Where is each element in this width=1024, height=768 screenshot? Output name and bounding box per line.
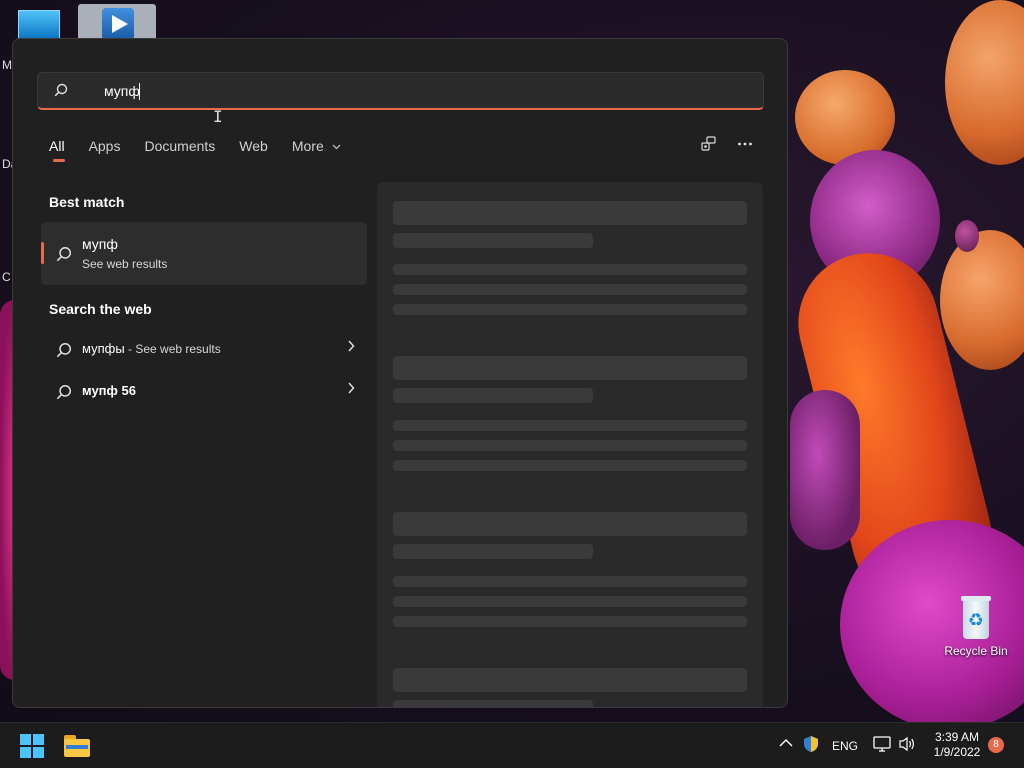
wallpaper-shape bbox=[945, 0, 1024, 165]
loading-placeholder bbox=[393, 512, 747, 536]
chevron-right-icon bbox=[347, 339, 355, 355]
selection-indicator bbox=[41, 242, 44, 264]
search-icon bbox=[56, 246, 72, 267]
search-web-heading: Search the web bbox=[49, 301, 152, 317]
recycle-bin-label: Recycle Bin bbox=[944, 644, 1008, 658]
tab-label: All bbox=[49, 138, 65, 154]
tab-label: More bbox=[291, 138, 324, 154]
tab-more[interactable]: More bbox=[292, 137, 341, 163]
filter-tabs: All Apps Documents Web More bbox=[49, 137, 365, 167]
loading-placeholder bbox=[393, 700, 593, 707]
notification-badge[interactable]: 8 bbox=[988, 737, 1004, 753]
wallpaper-shape bbox=[955, 220, 979, 252]
loading-placeholder bbox=[393, 304, 747, 315]
search-box[interactable]: мупф I bbox=[37, 72, 764, 126]
desktop-icon-label-fragment: M bbox=[2, 58, 12, 72]
tab-apps[interactable]: Apps bbox=[89, 137, 121, 163]
ibeam-cursor-icon: I bbox=[213, 107, 223, 126]
more-options-icon[interactable] bbox=[733, 135, 757, 159]
best-match-title: мупф bbox=[82, 236, 118, 252]
chevron-up-icon[interactable] bbox=[779, 736, 793, 751]
loading-placeholder bbox=[393, 201, 747, 225]
search-panel: мупф I All Apps Documents Web More Best bbox=[12, 38, 788, 708]
wallpaper-shape bbox=[790, 390, 860, 550]
loading-placeholder bbox=[393, 544, 593, 559]
tab-all[interactable]: All bbox=[49, 137, 65, 163]
taskbar: ENG 3:39 AM 1/9/2022 8 bbox=[0, 722, 1024, 768]
search-icon bbox=[56, 384, 72, 405]
loading-placeholder bbox=[393, 264, 747, 275]
recycle-bin-icon: ♻ bbox=[959, 596, 993, 640]
best-match-result[interactable]: мупф See web results bbox=[41, 222, 367, 285]
loading-placeholder bbox=[393, 284, 747, 295]
wallpaper-shape bbox=[940, 230, 1024, 370]
web-suggestion-item[interactable]: мупф 56 bbox=[41, 372, 367, 410]
recycle-bin[interactable]: ♻ Recycle Bin bbox=[938, 596, 1014, 658]
search-icon bbox=[54, 83, 68, 102]
loading-placeholder bbox=[393, 356, 747, 380]
loading-placeholder bbox=[393, 233, 593, 248]
tab-label: Documents bbox=[144, 138, 216, 154]
search-icon bbox=[56, 342, 72, 363]
share-device-icon[interactable] bbox=[697, 135, 721, 159]
clock-date: 1/9/2022 bbox=[933, 745, 981, 759]
web-suggestion-query: мупф 56 bbox=[82, 383, 136, 398]
network-icon[interactable] bbox=[873, 736, 891, 755]
loading-placeholder bbox=[393, 460, 747, 471]
clock-time: 3:39 AM bbox=[934, 730, 980, 744]
loading-placeholder bbox=[393, 596, 747, 607]
security-shield-icon[interactable] bbox=[803, 735, 819, 756]
play-icon bbox=[102, 8, 134, 40]
best-match-subtitle: See web results bbox=[82, 257, 168, 271]
file-explorer-icon[interactable] bbox=[64, 735, 90, 757]
loading-placeholder bbox=[393, 668, 747, 692]
web-suggestion-suffix: - See web results bbox=[124, 342, 221, 356]
language-indicator[interactable]: ENG bbox=[832, 739, 858, 753]
active-tab-indicator bbox=[53, 159, 65, 162]
loading-placeholder bbox=[393, 420, 747, 431]
loading-placeholder bbox=[393, 388, 593, 403]
web-suggestion-query: мупфы bbox=[82, 341, 125, 356]
chevron-down-icon bbox=[332, 139, 341, 157]
volume-icon[interactable] bbox=[898, 736, 916, 755]
web-suggestion-label: мупфы - See web results bbox=[82, 341, 221, 356]
clock[interactable]: 3:39 AM 1/9/2022 bbox=[926, 730, 988, 760]
web-suggestion-item[interactable]: мупфы - See web results bbox=[41, 330, 367, 368]
tab-label: Apps bbox=[88, 138, 121, 154]
tab-web[interactable]: Web bbox=[239, 137, 268, 163]
loading-placeholder bbox=[393, 440, 747, 451]
desktop-icon-label-fragment: C bbox=[2, 270, 11, 284]
chevron-right-icon bbox=[347, 381, 355, 397]
preview-pane-loading bbox=[377, 182, 763, 707]
loading-placeholder bbox=[393, 616, 747, 627]
web-suggestion-label: мупф 56 bbox=[82, 383, 136, 398]
desktop-shortcut-icon[interactable] bbox=[18, 10, 60, 40]
tab-documents[interactable]: Documents bbox=[144, 137, 215, 163]
loading-placeholder bbox=[393, 576, 747, 587]
windows-start-icon[interactable] bbox=[20, 734, 44, 758]
best-match-heading: Best match bbox=[49, 194, 125, 210]
tab-label: Web bbox=[239, 138, 268, 154]
